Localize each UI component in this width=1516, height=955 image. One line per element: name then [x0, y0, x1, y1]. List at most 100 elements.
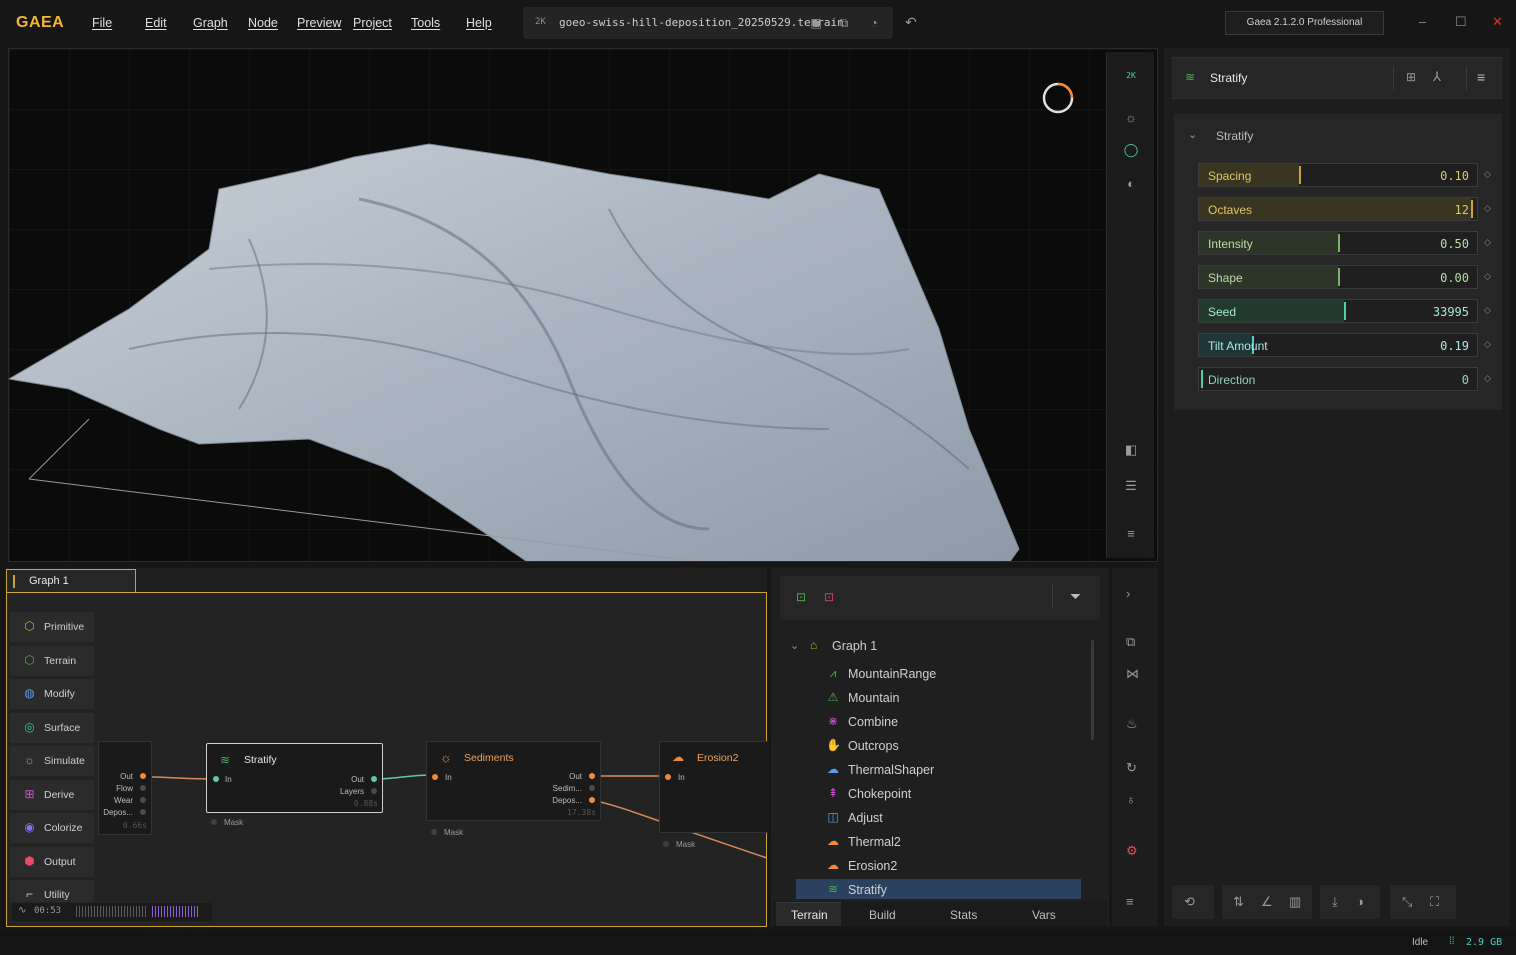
node-name[interactable]: Stratify: [1210, 71, 1247, 85]
param-value[interactable]: 0.19: [1440, 339, 1469, 353]
port-dot[interactable]: [140, 797, 146, 803]
port-dot[interactable]: [665, 774, 671, 780]
palette-item-surface[interactable]: ◎ Surface: [10, 712, 94, 743]
tree-item[interactable]: Erosion2: [848, 859, 897, 873]
graph-tool-icon[interactable]: ⋈: [1126, 666, 1139, 682]
param-handle[interactable]: [1338, 268, 1340, 286]
palette-item-output[interactable]: ⬢ Output: [10, 846, 94, 877]
palette-item-terrain[interactable]: ⬡ Terrain: [10, 645, 94, 676]
preview-icon[interactable]: ⊞: [1406, 70, 1416, 84]
port-dot[interactable]: [589, 773, 595, 779]
param-handle[interactable]: [1201, 370, 1203, 388]
port-dot[interactable]: [213, 776, 219, 782]
menu-preview[interactable]: Preview: [297, 16, 341, 30]
menu-tools[interactable]: Tools: [411, 16, 440, 30]
menu-project[interactable]: Project: [353, 16, 392, 30]
palette-item-derive[interactable]: ⊞ Derive: [10, 779, 94, 810]
param-handle[interactable]: [1299, 166, 1301, 184]
tab-stats[interactable]: Stats: [950, 908, 977, 922]
tree-item[interactable]: ThermalShaper: [848, 763, 934, 777]
deselect-icon[interactable]: ⊡: [824, 590, 834, 604]
tree-item[interactable]: Outcrops: [848, 739, 899, 753]
param-octaves[interactable]: Octaves 12: [1198, 197, 1478, 221]
keyframe-icon[interactable]: ◇: [1484, 271, 1491, 282]
chevron-right-icon[interactable]: ›: [1126, 586, 1130, 601]
split-view-icon[interactable]: ◧: [1121, 440, 1141, 460]
param-value[interactable]: 0: [1462, 373, 1469, 387]
erosion2-node[interactable]: ☁ Erosion2 In: [659, 741, 769, 833]
sediments-node[interactable]: ☼ Sediments In Out Sedim... Depos... 17.…: [426, 741, 601, 821]
contrast-icon[interactable]: ◑: [1356, 894, 1364, 909]
param-handle[interactable]: [1344, 302, 1346, 320]
tree-item[interactable]: Adjust: [848, 811, 883, 825]
keyframe-icon[interactable]: ◇: [1484, 373, 1491, 384]
menu-icon[interactable]: ≡: [1121, 524, 1141, 544]
download-icon[interactable]: ⤓: [1332, 894, 1338, 910]
param-intensity[interactable]: Intensity 0.50: [1198, 231, 1478, 255]
menu-file[interactable]: File: [92, 16, 112, 30]
keyframe-icon[interactable]: ◇: [1484, 305, 1491, 316]
align-icon[interactable]: ⇅: [1233, 894, 1244, 910]
undo-icon[interactable]: ↶: [905, 14, 917, 31]
3d-viewport[interactable]: [8, 48, 1158, 562]
param-value[interactable]: 0.10: [1440, 169, 1469, 183]
mask-port-dot[interactable]: [431, 829, 437, 835]
menu-icon[interactable]: ≡: [1126, 894, 1134, 909]
stratify-node[interactable]: ≋ Stratify In Out Layers 0.88s: [206, 743, 383, 813]
param-handle[interactable]: [1338, 234, 1340, 252]
file-name-box[interactable]: 2K goeo-swiss-hill-deposition_20250529.t…: [523, 7, 893, 39]
menu-icon[interactable]: ≡: [1477, 69, 1485, 85]
param-direction[interactable]: Direction 0: [1198, 367, 1478, 391]
filter-icon[interactable]: ⏷: [1070, 588, 1081, 605]
port-dot[interactable]: [432, 774, 438, 780]
columns-icon[interactable]: ▥: [1289, 894, 1301, 910]
chevron-down-icon[interactable]: ⌄: [1188, 128, 1197, 141]
keyframe-icon[interactable]: ◇: [1484, 237, 1491, 248]
port-dot[interactable]: [371, 788, 377, 794]
collapse-icon[interactable]: ⤡: [1402, 894, 1412, 910]
palette-item-colorize[interactable]: ◉ Colorize: [10, 813, 94, 843]
duplicate-icon[interactable]: ⧉: [836, 15, 852, 31]
history-icon[interactable]: ◔: [866, 15, 882, 31]
menu-help[interactable]: Help: [466, 16, 492, 30]
keyframe-icon[interactable]: ◇: [1484, 203, 1491, 214]
param-value[interactable]: 33995: [1433, 305, 1469, 319]
angle-icon[interactable]: ∠: [1261, 894, 1273, 910]
port-dot[interactable]: [140, 773, 146, 779]
param-value[interactable]: 12: [1455, 203, 1469, 217]
tree-item[interactable]: Chokepoint: [848, 787, 911, 801]
layout-icon[interactable]: ☰: [1121, 476, 1141, 496]
select-all-icon[interactable]: ⊡: [796, 590, 806, 604]
tree-item[interactable]: Thermal2: [848, 835, 901, 849]
port-dot[interactable]: [589, 785, 595, 791]
bookmark-icon[interactable]: ⧉: [1126, 634, 1135, 650]
tree-item[interactable]: Mountain: [848, 691, 899, 705]
param-seed[interactable]: Seed 33995: [1198, 299, 1478, 323]
tree-scrollbar[interactable]: [1091, 640, 1094, 740]
tree-root-label[interactable]: Graph 1: [832, 639, 877, 653]
port-dot[interactable]: [371, 776, 377, 782]
menu-graph[interactable]: Graph: [193, 16, 228, 30]
chevron-down-icon[interactable]: ⌄: [790, 639, 799, 652]
tab-terrain[interactable]: Terrain: [791, 908, 828, 922]
menu-edit[interactable]: Edit: [145, 16, 167, 30]
tree-item[interactable]: Stratify: [848, 883, 887, 897]
mask-port-dot[interactable]: [211, 819, 217, 825]
loop-icon[interactable]: ⟲: [1184, 894, 1195, 910]
keyframe-icon[interactable]: ◇: [1484, 339, 1491, 350]
axis-icon[interactable]: ⅄: [1433, 69, 1441, 85]
palette-item-utility[interactable]: ⌐ Utility: [10, 880, 94, 902]
fire-icon[interactable]: ♨: [1126, 716, 1138, 732]
tree-item[interactable]: MountainRange: [848, 667, 936, 681]
maximize-icon[interactable]: ☐: [1455, 14, 1467, 30]
palette-item-primitive[interactable]: ⬡ Primitive: [10, 612, 94, 642]
param-value[interactable]: 0.00: [1440, 271, 1469, 285]
close-icon[interactable]: ✕: [1492, 14, 1503, 30]
bag-icon[interactable]: ♁: [1126, 792, 1136, 807]
param-value[interactable]: 0.50: [1440, 237, 1469, 251]
minimize-icon[interactable]: –: [1419, 14, 1426, 29]
port-dot[interactable]: [140, 809, 146, 815]
mask-port-dot[interactable]: [663, 841, 669, 847]
refresh-icon[interactable]: ↻: [1126, 760, 1137, 776]
fullscreen-icon[interactable]: ⛶: [1430, 894, 1439, 910]
